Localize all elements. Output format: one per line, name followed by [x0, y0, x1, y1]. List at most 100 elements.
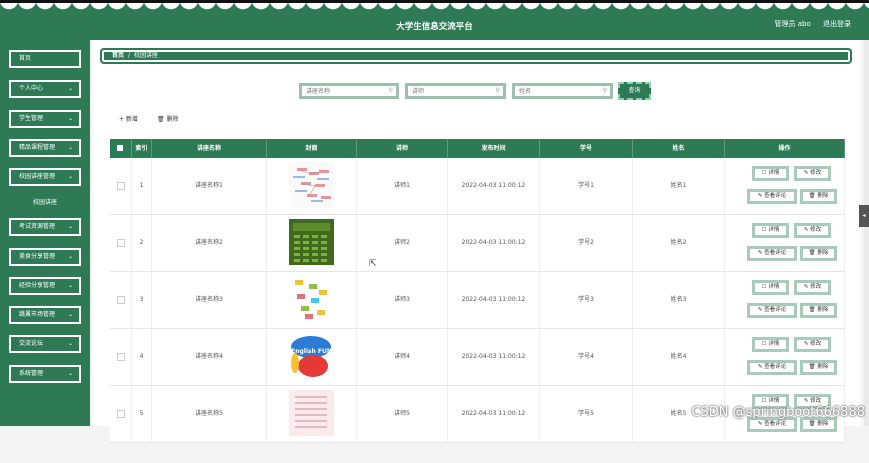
edit-button[interactable]: ✎ 修改 [794, 280, 831, 295]
scrollbar[interactable] [864, 40, 869, 426]
top-edge [0, 0, 869, 3]
collapse-tab-icon[interactable]: ◂ [859, 205, 869, 227]
button-label: 修改 [810, 284, 822, 290]
cell-lecture-name: 讲座名称5 [152, 386, 267, 442]
cell-lecture-name: 讲座名称2 [152, 215, 267, 271]
cell-publish-time: 2022-04-03 11:00:12 [448, 386, 540, 442]
sidebar-item[interactable]: 跳蚤市场管理 ⌄ [9, 306, 81, 324]
cell-teacher: 讲师3 [357, 272, 448, 328]
cell-student-id: 学号5 [540, 386, 633, 442]
batch-delete-button[interactable]: 🗑 删除 [157, 114, 179, 123]
button-label: 修改 [810, 341, 822, 347]
sidebar-item[interactable]: 精品课程管理 ⌄ [9, 139, 81, 157]
sidebar-item[interactable]: 学生管理 ⌄ [9, 110, 81, 128]
cell-cover [267, 386, 357, 442]
cell-student-id: 学号4 [540, 329, 633, 385]
sidebar-item[interactable]: 首页 [9, 50, 81, 68]
cell-lecture-name: 讲座名称1 [152, 158, 267, 214]
row-checkbox[interactable] [117, 353, 125, 361]
delete-button[interactable]: 🗑 删除 [800, 189, 837, 204]
cover-image [289, 390, 334, 436]
table-row[interactable]: 4 讲座名称4 English FUN 讲师4 2022-04-03 11:00:12 学… [110, 329, 845, 386]
sidebar-item-label: 校园讲座管理 [19, 173, 56, 180]
view-comments-button[interactable]: ✎ 查看评论 [747, 360, 797, 375]
table-header: 索引 讲座名称 封面 讲师 发布时间 学号 姓名 操作 [110, 139, 845, 158]
sidebar-item[interactable]: 美食分享管理 ⌄ [9, 248, 81, 266]
sidebar-item-label: 跳蚤市场管理 [19, 311, 56, 318]
sidebar-item[interactable]: 系统管理 ⌄ [9, 365, 81, 383]
chevron-down-icon: ⌄ [67, 340, 73, 347]
row-checkbox-cell [110, 272, 132, 328]
row-checkbox[interactable] [117, 182, 125, 190]
detail-button[interactable]: ☐ 详情 [752, 280, 789, 295]
delete-button[interactable]: 🗑 删除 [800, 360, 837, 375]
table-row[interactable]: 2 讲座名称2 讲师2 2022-04-03 11:00:12 学号2 姓名2 ☐ 详情 ✎ … [110, 215, 845, 272]
chevron-down-icon: ⌄ [67, 253, 73, 260]
top-bar: 大学生信息交流平台 管理员 abo 退出登录 [0, 0, 869, 40]
row-checkbox[interactable] [117, 410, 125, 418]
view-comments-button[interactable]: ✎ 查看评论 [747, 246, 797, 261]
detail-button[interactable]: ☐ 详情 [752, 166, 789, 181]
select-all-checkbox[interactable] [117, 145, 123, 151]
chevron-down-icon: ⌄ [67, 144, 73, 151]
cell-cover: English FUN [267, 329, 357, 385]
row-checkbox-cell [110, 158, 132, 214]
edit-button[interactable]: ✎ 修改 [794, 337, 831, 352]
cell-student-name: 姓名1 [633, 158, 725, 214]
cell-student-name: 姓名2 [633, 215, 725, 271]
trash-icon: 🗑 [157, 116, 165, 123]
add-button[interactable]: + 新增 [119, 114, 138, 123]
button-label: 删除 [817, 421, 829, 427]
sidebar-item-label: 系统管理 [19, 370, 44, 377]
cell-index: 5 [132, 386, 152, 442]
chevron-down-icon: ⌄ [67, 311, 73, 318]
column-header: 讲座名称 [152, 139, 267, 158]
cell-lecture-name: 讲座名称4 [152, 329, 267, 385]
sidebar-item[interactable]: 校园讲座管理 ⌄ [9, 168, 81, 186]
view-comments-button[interactable]: ✎ 查看评论 [747, 303, 797, 318]
button-label: 详情 [768, 284, 780, 290]
sidebar-item[interactable]: 交流论坛 ⌄ [9, 335, 81, 353]
cell-student-id: 学号3 [540, 272, 633, 328]
student-name-input-wrap: ⚲ [512, 83, 613, 99]
breadcrumb-home[interactable]: 首页 [112, 52, 124, 59]
sidebar-item[interactable]: 个人中心 ⌄ [9, 80, 81, 98]
sidebar-item[interactable]: 经验分享管理 ⌄ [9, 277, 81, 295]
row-checkbox[interactable] [117, 239, 125, 247]
search-icon: ⚲ [602, 87, 607, 94]
cell-publish-time: 2022-04-03 11:00:12 [448, 158, 540, 214]
delete-button[interactable]: 🗑 删除 [800, 246, 837, 261]
view-comments-button[interactable]: ✎ 查看评论 [747, 189, 797, 204]
watermark: CSDN @springboot666888 [691, 405, 865, 420]
cell-student-id: 学号1 [540, 158, 633, 214]
button-label: 删除 [817, 250, 829, 256]
lecture-name-input[interactable] [302, 86, 396, 96]
row-checkbox-cell [110, 329, 132, 385]
cell-operations: ☐ 详情 ✎ 修改 ✎ 查看评论 🗑 删除 [725, 158, 845, 214]
teacher-input-wrap: ⚲ [405, 83, 506, 99]
sidebar-item-label: 经验分享管理 [19, 282, 56, 289]
delete-button[interactable]: 🗑 删除 [800, 303, 837, 318]
table-row[interactable]: 1 讲座名称1 讲师1 2022-04-03 11:00:12 学号1 姓名1 ☐ 详情 ✎ … [110, 158, 845, 215]
search-button[interactable]: 查询 [618, 82, 651, 100]
button-label: 详情 [768, 398, 780, 404]
logout-link[interactable]: 退出登录 [823, 20, 851, 28]
column-header: 姓名 [633, 139, 725, 158]
sidebar-item[interactable]: 考试资源管理 ⌄ [9, 218, 81, 236]
cell-operations: ☐ 详情 ✎ 修改 ✎ 查看评论 🗑 删除 [725, 215, 845, 271]
table-row[interactable]: 3 讲座名称3 讲师3 2022-04-03 11:00:12 学号3 姓名3 ☐ 详情 ✎ … [110, 272, 845, 329]
edit-button[interactable]: ✎ 修改 [794, 166, 831, 181]
student-name-input[interactable] [515, 86, 610, 96]
button-label: 删除 [817, 193, 829, 199]
detail-button[interactable]: ☐ 详情 [752, 223, 789, 238]
teacher-input[interactable] [408, 86, 503, 96]
search-icon: ⚲ [495, 87, 500, 94]
cell-teacher: 讲师1 [357, 158, 448, 214]
sidebar-item-label: 学生管理 [19, 115, 44, 122]
sidebar-item-label: 交流论坛 [19, 340, 44, 347]
sidebar-subitem-lecture[interactable]: 校园讲座 [0, 197, 90, 206]
detail-button[interactable]: ☐ 详情 [752, 337, 789, 352]
edit-button[interactable]: ✎ 修改 [794, 223, 831, 238]
row-checkbox[interactable] [117, 296, 125, 304]
chevron-down-icon: ⌄ [67, 223, 73, 230]
